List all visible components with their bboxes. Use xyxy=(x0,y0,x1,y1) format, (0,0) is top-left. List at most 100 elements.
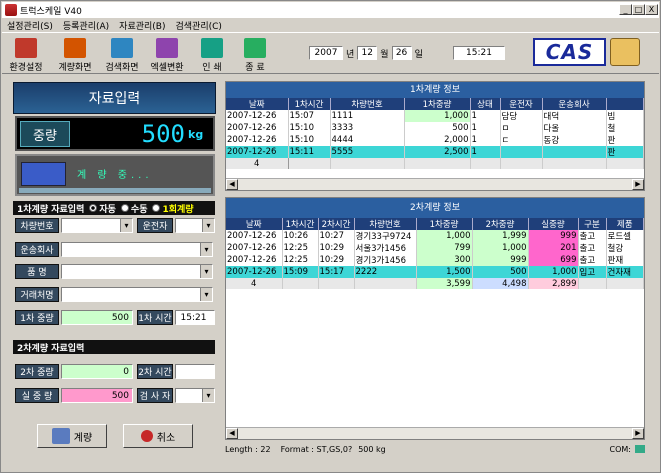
toolbar-print-button[interactable]: 인 쇄 xyxy=(192,35,232,73)
driver-combo[interactable] xyxy=(175,218,215,233)
menu-settings[interactable]: 설정관리(S) xyxy=(2,19,58,32)
column-header[interactable]: 운전자 xyxy=(500,98,543,110)
close-button[interactable]: X xyxy=(645,4,658,15)
horizontal-scrollbar[interactable]: ◀ ▶ xyxy=(226,178,644,190)
net-weight-row: 실 중 량 500 검 사 자 xyxy=(15,387,215,404)
cell-weight1: 1,000 xyxy=(416,230,473,242)
second-weight-field[interactable]: 0 xyxy=(61,364,133,379)
window-title: 트럭스케일 V40 xyxy=(20,6,82,17)
item-combo[interactable] xyxy=(61,264,213,279)
input-panel-title: 자료입력 xyxy=(13,82,216,114)
menu-data[interactable]: 자료관리(B) xyxy=(114,19,170,32)
table-header: 날짜 1차시간 차량번호 1차중량 상태 운전자 운송회사 xyxy=(226,98,644,110)
cell-time2: 10:29 xyxy=(318,254,355,266)
cell-date: 2007-12-26 xyxy=(226,134,289,146)
column-header[interactable]: 1차중량 xyxy=(404,98,471,110)
toolbar-weigh-screen-button[interactable]: 계량화면 xyxy=(55,35,95,73)
mode-auto-label: 자동 xyxy=(99,204,116,215)
column-header[interactable]: 운송회사 xyxy=(542,98,607,110)
menu-search[interactable]: 검색관리(C) xyxy=(171,19,227,32)
date-display: 2007 년 12 월 26 일 xyxy=(309,45,426,61)
mode-single-radio[interactable]: 1회계량 xyxy=(152,202,194,215)
column-header[interactable]: 날짜 xyxy=(226,218,283,230)
toolbar-label: 인 쇄 xyxy=(202,63,222,73)
column-header[interactable]: 상태 xyxy=(470,98,501,110)
toolbar-label: 계량화면 xyxy=(58,63,92,73)
cell-vehicle: 2222 xyxy=(354,266,417,278)
truck-icon xyxy=(21,162,66,186)
company-row: 운송회사 xyxy=(15,241,215,258)
table-total-row: 4 xyxy=(226,158,644,169)
time-field[interactable]: 15:21 xyxy=(453,46,505,60)
table-row[interactable]: 2007-12-26 12:25 10:29 경기3가1456 300 999 … xyxy=(226,254,644,266)
company-combo[interactable] xyxy=(61,242,213,257)
inspector-combo[interactable] xyxy=(175,388,215,403)
cell-state: 1 xyxy=(470,146,501,158)
toolbar-excel-button[interactable]: 엑셀변환 xyxy=(147,35,187,73)
column-header[interactable]: 제품 xyxy=(606,218,644,230)
table-row-selected[interactable]: 2007-12-26 15:09 15:17 2222 1,500 500 1,… xyxy=(226,266,644,278)
column-header[interactable]: 날짜 xyxy=(226,98,289,110)
scroll-right-icon[interactable]: ▶ xyxy=(632,179,644,190)
mode-manual-radio[interactable]: 수동 xyxy=(120,202,147,215)
emblem-icon xyxy=(610,38,640,66)
month-field[interactable]: 12 xyxy=(357,46,378,60)
column-header[interactable]: 실중량 xyxy=(528,218,579,230)
table-row[interactable]: 2007-12-26 15:10 3333 500 1 ㅁ 다올 철 xyxy=(226,122,644,134)
second-time-field[interactable] xyxy=(175,364,215,379)
column-header[interactable]: 2차시간 xyxy=(318,218,355,230)
table-row[interactable]: 2007-12-26 15:07 1111 1,000 1 담당 대덕 빔 xyxy=(226,110,644,122)
table-row[interactable]: 2007-12-26 10:26 10:27 경기33구9724 1,000 1… xyxy=(226,230,644,242)
total-blank xyxy=(318,278,355,289)
scroll-left-icon[interactable]: ◀ xyxy=(226,179,238,190)
menu-register[interactable]: 등록관리(A) xyxy=(58,19,114,32)
cell-time1: 12:25 xyxy=(282,254,319,266)
cell-product: 판재 xyxy=(606,254,644,266)
table-row[interactable]: 2007-12-26 15:10 4444 2,000 1 ㄷ 동강 판 xyxy=(226,134,644,146)
first-weight-field[interactable]: 500 xyxy=(61,310,133,325)
cell-time1: 15:07 xyxy=(288,110,331,122)
column-header[interactable]: 2차중량 xyxy=(472,218,529,230)
cell-type: 출고 xyxy=(578,254,607,266)
cell-driver xyxy=(500,146,543,158)
column-header[interactable]: 구분 xyxy=(578,218,607,230)
net-weight-field[interactable]: 500 xyxy=(61,388,133,403)
toolbar-settings-button[interactable]: 환경설정 xyxy=(6,35,46,73)
cell-time2: 10:27 xyxy=(318,230,355,242)
inspector-label: 검 사 자 xyxy=(137,388,173,403)
horizontal-scrollbar[interactable]: ◀ ▶ xyxy=(226,427,644,439)
cancel-icon xyxy=(140,430,153,442)
cell-weight1: 500 xyxy=(404,122,471,134)
vehicle-combo[interactable] xyxy=(61,218,133,233)
row-count: 4 xyxy=(226,158,289,169)
status-com: COM: xyxy=(609,444,631,454)
toolbar-search-screen-button[interactable]: 검색화면 xyxy=(102,35,142,73)
scroll-left-icon[interactable]: ◀ xyxy=(226,428,238,439)
maximize-button[interactable]: □ xyxy=(632,4,645,15)
column-header[interactable]: 1차시간 xyxy=(282,218,319,230)
column-header[interactable]: 차량번호 xyxy=(330,98,405,110)
cancel-button[interactable]: 취소 xyxy=(123,424,193,448)
minimize-button[interactable]: _ xyxy=(619,4,632,15)
client-combo[interactable] xyxy=(61,287,213,302)
column-header[interactable]: 차량번호 xyxy=(354,218,417,230)
first-time-field[interactable]: 15:21 xyxy=(175,310,215,325)
column-header[interactable]: 1차중량 xyxy=(416,218,473,230)
toolbar-exit-button[interactable]: 종 료 xyxy=(235,35,275,73)
table-row[interactable]: 2007-12-26 12:25 10:29 서울3가1456 799 1,00… xyxy=(226,242,644,254)
day-field[interactable]: 26 xyxy=(391,46,412,60)
column-header[interactable] xyxy=(606,98,644,110)
cell-driver: 담당 xyxy=(500,110,543,122)
vehicle-row: 차량번호 운전자 xyxy=(15,217,215,234)
cell-vehicle: 3333 xyxy=(330,122,405,134)
toolbar-label: 엑셀변환 xyxy=(150,63,184,73)
mode-auto-radio[interactable]: 자동 xyxy=(89,202,116,215)
column-header[interactable]: 1차시간 xyxy=(288,98,331,110)
vehicle-label: 차량번호 xyxy=(15,218,59,233)
year-field[interactable]: 2007 xyxy=(309,46,343,60)
weigh-button[interactable]: 계량 xyxy=(37,424,107,448)
table-row-selected[interactable]: 2007-12-26 15:11 5555 2,500 1 판 xyxy=(226,146,644,158)
scroll-right-icon[interactable]: ▶ xyxy=(632,428,644,439)
second-weigh-panel-title: 2차계량 정보 xyxy=(226,198,644,218)
first-weigh-panel-title: 1차계량 정보 xyxy=(226,82,644,98)
